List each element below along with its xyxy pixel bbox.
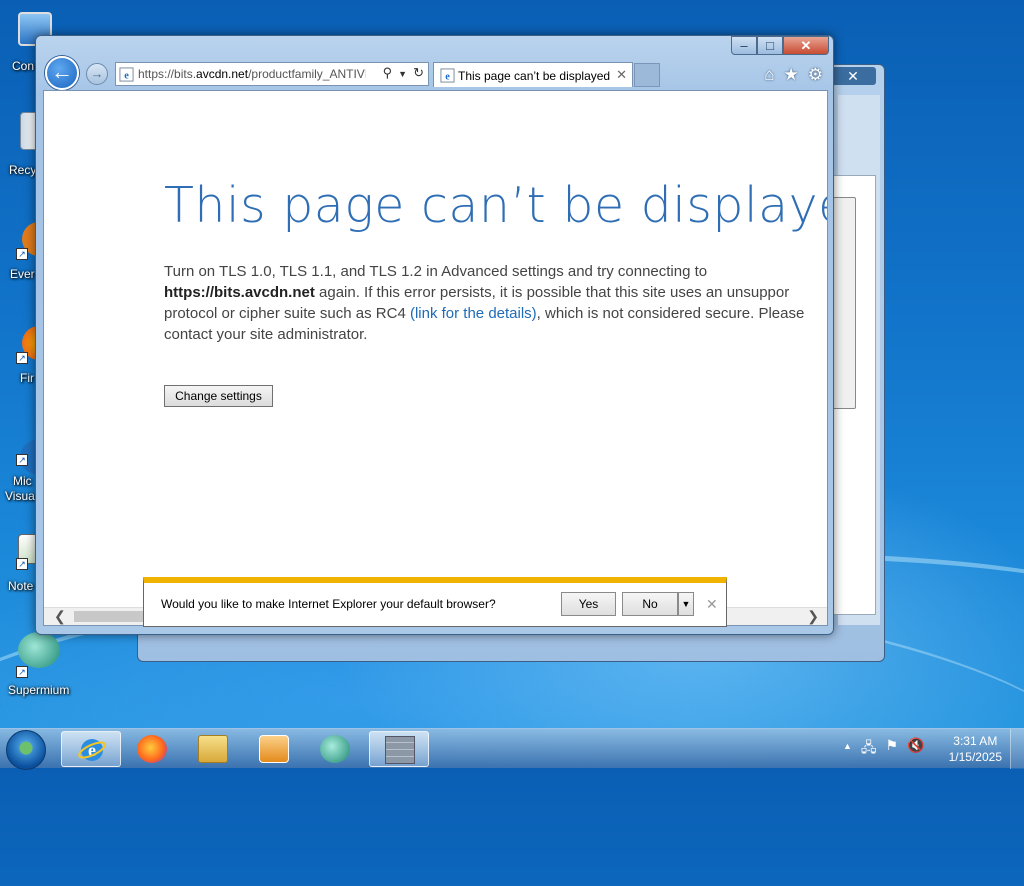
taskbar-firefox[interactable] [122,731,182,767]
internet-explorer-window[interactable]: – □ ✕ ← → e https://bits.avcdn.net/produ… [35,35,834,635]
desktop-icon-label: Note [8,579,34,593]
firewall-icon [385,736,415,764]
supermium-icon [320,735,350,763]
supermium-icon [18,632,60,668]
taskbar-file-explorer[interactable] [183,731,243,767]
no-button[interactable]: No [622,592,678,616]
shortcut-arrow-icon: ↗ [16,666,28,678]
notification-text: Would you like to make Internet Explorer… [161,597,496,611]
svg-text:e: e [124,70,129,81]
maximize-button[interactable]: □ [757,36,783,55]
system-tray: ▲ 🖧 ⚑ 🔇 [843,737,925,761]
window-caption-buttons: – □ ✕ [731,36,829,56]
taskbar: e ▲ 🖧 ⚑ 🔇 3:31 AM 1/15/2025 [0,728,1024,770]
desktop-icon-label: Mic [13,474,32,488]
address-bar-tools: ⚲ ▼ ↻ [383,65,424,83]
taskbar-internet-explorer[interactable]: e [61,731,121,767]
shortcut-arrow-icon: ↗ [16,248,28,260]
tab-close-button[interactable]: ✕ [616,67,627,83]
shortcut-arrow-icon: ↗ [16,352,28,364]
desktop-icon-label: Supermium [8,683,70,697]
scroll-left-icon[interactable]: ❮ [54,608,66,625]
error-line: https://bits.avcdn.net again. If this er… [164,284,790,301]
desktop-icon-label: Recy [9,163,37,177]
chevron-down-icon[interactable]: ▼ [398,65,407,83]
taskbar-app-window[interactable] [369,731,429,767]
firefox-icon [137,735,167,763]
back-button[interactable]: ← [45,56,79,90]
background-window-close-button[interactable]: ✕ [830,67,876,85]
tab-active[interactable]: e This page can’t be displayed ✕ [433,62,633,87]
forward-button[interactable]: → [86,63,108,85]
desktop-icon-label: Ever [10,267,35,281]
page-content: This page can’t be displayed Turn on TLS… [43,90,828,626]
notification-close-button[interactable]: ✕ [706,596,718,613]
volume-muted-icon[interactable]: 🔇 [907,737,924,761]
action-center-flag-icon[interactable]: ⚑ [886,737,899,761]
internet-explorer-icon: e [78,739,106,761]
tab-title: This page can’t be displayed [458,69,611,83]
taskbar-supermium[interactable] [305,731,365,767]
folder-icon [198,735,228,763]
scroll-right-icon[interactable]: ❯ [807,608,819,625]
ie-page-icon: e [119,67,134,82]
desktop-icon-label: Visua [5,489,35,503]
error-line: protocol or cipher suite such as RC4 (li… [164,305,805,322]
ie-page-icon: e [440,68,455,83]
gear-icon[interactable]: ⚙ [808,65,823,85]
desktop-icon-label: Con [12,59,35,73]
toolbar-icons: ⌂ ★ ⚙ [764,65,823,85]
svg-text:e: e [445,71,450,82]
address-url[interactable]: https://bits.avcdn.net/productfamily_ANT… [138,67,366,81]
close-button[interactable]: ✕ [783,36,829,55]
page-title: This page can’t be displayed [164,177,828,234]
minimize-button[interactable]: – [731,36,757,55]
default-browser-notification: Would you like to make Internet Explorer… [143,577,727,627]
media-player-icon [259,735,289,763]
shortcut-arrow-icon: ↗ [16,454,28,466]
clock-date: 1/15/2025 [948,750,1002,764]
address-bar[interactable]: e https://bits.avcdn.net/productfamily_A… [115,62,429,86]
error-line: Turn on TLS 1.0, TLS 1.1, and TLS 1.2 in… [164,263,708,280]
error-message: Turn on TLS 1.0, TLS 1.1, and TLS 1.2 in… [164,261,827,345]
scrollbar-thumb[interactable] [74,611,154,622]
show-desktop-button[interactable] [1010,729,1024,769]
search-icon[interactable]: ⚲ [383,65,393,83]
taskbar-media-player[interactable] [244,731,304,767]
favorites-star-icon[interactable]: ★ [784,65,799,85]
tray-expand-icon[interactable]: ▲ [843,737,852,761]
refresh-icon[interactable]: ↻ [413,65,424,83]
home-icon[interactable]: ⌂ [764,65,774,85]
desktop-icon-supermium[interactable]: ↗ Supermium [0,630,70,697]
yes-button[interactable]: Yes [561,592,616,616]
desktop-icon-label: Fir [20,371,34,385]
details-link[interactable]: (link for the details) [410,305,537,322]
new-tab-button[interactable] [634,63,660,87]
error-line: contact your site administrator. [164,326,368,343]
clock-time: 3:31 AM [953,734,998,748]
no-options-dropdown[interactable]: ▼ [678,592,694,616]
network-icon[interactable]: 🖧 [861,737,877,761]
clock[interactable]: 3:31 AM 1/15/2025 [949,733,1002,765]
shortcut-arrow-icon: ↗ [16,558,28,570]
change-settings-button[interactable]: Change settings [164,385,273,407]
start-button[interactable] [6,730,46,770]
